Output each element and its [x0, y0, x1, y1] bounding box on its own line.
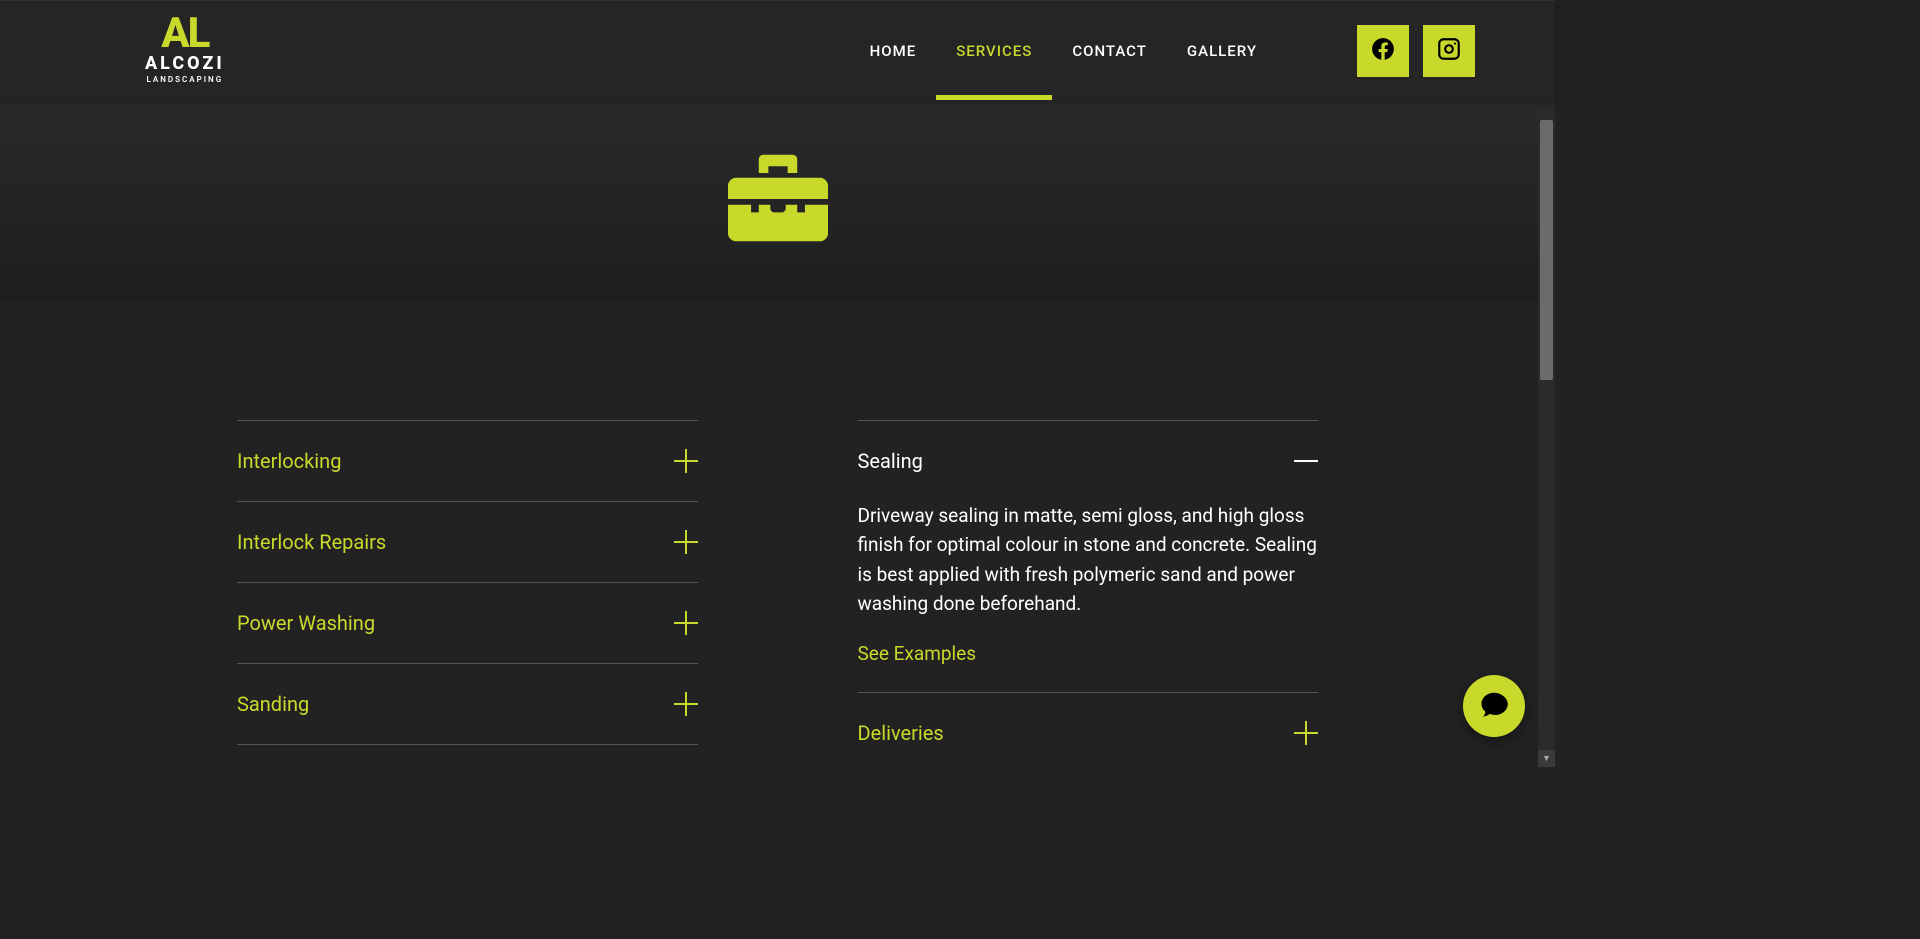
nav-home[interactable]: HOME [870, 1, 917, 100]
facebook-button[interactable] [1357, 25, 1409, 77]
toolbox-icon [728, 153, 828, 247]
services-accordion: Interlocking Interlock Repairs Power Was… [237, 420, 1318, 773]
plus-icon [1294, 721, 1318, 745]
nav-services[interactable]: SERVICES [956, 1, 1032, 100]
accordion-title: Power Washing [237, 611, 375, 635]
nav-gallery[interactable]: GALLERY [1187, 1, 1257, 100]
plus-icon [674, 692, 698, 716]
logo-mid: ALCOZI [145, 53, 225, 74]
hero-band [0, 100, 1555, 300]
accordion-item-power-washing[interactable]: Power Washing [237, 582, 698, 663]
logo-top: AL [161, 17, 208, 51]
accordion-title: Interlocking [237, 449, 341, 473]
accordion-body: Driveway sealing in matte, semi gloss, a… [858, 501, 1319, 692]
chat-icon [1479, 689, 1509, 723]
nav-contact[interactable]: CONTACT [1072, 1, 1147, 100]
minus-icon [1294, 449, 1318, 473]
accordion-left-column: Interlocking Interlock Repairs Power Was… [237, 420, 698, 773]
logo-sub: LANDSCAPING [147, 75, 224, 84]
accordion-item-deliveries[interactable]: Deliveries [858, 692, 1319, 773]
facebook-icon [1370, 36, 1396, 66]
accordion-item-interlock-repairs[interactable]: Interlock Repairs [237, 501, 698, 582]
accordion-title: Interlock Repairs [237, 530, 386, 554]
plus-icon [674, 611, 698, 635]
plus-icon [674, 530, 698, 554]
social-links [1357, 25, 1475, 77]
scrollbar[interactable]: ▲ ▼ [1538, 0, 1555, 767]
main-nav: HOME SERVICES CONTACT GALLERY [870, 1, 1257, 100]
accordion-title: Sanding [237, 692, 309, 716]
instagram-button[interactable] [1423, 25, 1475, 77]
chat-button[interactable] [1463, 675, 1525, 737]
instagram-icon [1436, 36, 1462, 66]
see-examples-link[interactable]: See Examples [858, 639, 1319, 668]
accordion-right-column: Sealing Driveway sealing in matte, semi … [858, 420, 1319, 773]
accordion-title: Sealing [858, 449, 923, 473]
sealing-description: Driveway sealing in matte, semi gloss, a… [858, 504, 1317, 615]
scroll-thumb[interactable] [1540, 120, 1553, 380]
plus-icon [674, 449, 698, 473]
accordion-title: Deliveries [858, 721, 944, 745]
accordion-item-sealing[interactable]: Sealing Driveway sealing in matte, semi … [858, 420, 1319, 692]
scroll-down-button[interactable]: ▼ [1538, 750, 1555, 767]
site-header: AL ALCOZI LANDSCAPING HOME SERVICES CONT… [0, 0, 1555, 100]
brand-logo[interactable]: AL ALCOZI LANDSCAPING [145, 17, 225, 84]
accordion-item-sanding[interactable]: Sanding [237, 663, 698, 745]
accordion-item-interlocking[interactable]: Interlocking [237, 420, 698, 501]
